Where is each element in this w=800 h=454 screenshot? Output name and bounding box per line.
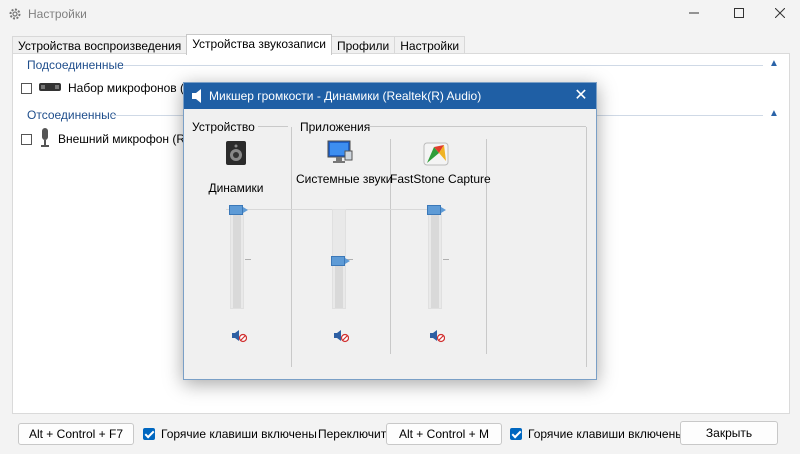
- minimize-button[interactable]: [676, 0, 712, 28]
- tab-recording-devices[interactable]: Устройства звукозаписи: [186, 34, 332, 55]
- maximize-button[interactable]: [721, 0, 757, 28]
- tab-strip: Устройства воспроизведения Устройства зв…: [12, 34, 466, 55]
- close-icon: [774, 7, 786, 21]
- device-label: Внешний микрофон (Rea: [58, 132, 199, 146]
- device-section-label: Устройство: [192, 120, 255, 134]
- checkbox-checked-icon: [143, 428, 155, 440]
- slider-thumb-system-sounds[interactable]: [331, 256, 350, 266]
- slider-thumb-faststone-capture[interactable]: [427, 205, 446, 215]
- mixer-title: Микшер громкости - Динамики (Realtek(R) …: [209, 89, 482, 103]
- section-divider: [586, 127, 587, 367]
- title-bar: Настройки: [0, 0, 800, 28]
- section-rule: [368, 126, 586, 127]
- slider-tick: [443, 259, 449, 260]
- channel-label-faststone-capture: FastStone Capture: [390, 172, 491, 186]
- mixer-close-icon[interactable]: ✕: [570, 85, 592, 107]
- microphone-array-icon: [38, 80, 64, 97]
- collapse-disconnected-icon[interactable]: ▲: [769, 108, 779, 119]
- group-divider: [123, 65, 763, 66]
- volume-slider-speakers[interactable]: [230, 209, 244, 309]
- hotkey-field-2[interactable]: Alt + Control + M: [386, 423, 502, 445]
- hotkeys-enabled-label: Горячие клавиши включены: [161, 427, 317, 441]
- applications-section-label: Приложения: [300, 120, 371, 134]
- section-divider: [291, 127, 292, 367]
- bottom-bar: Alt + Control + F7 Горячие клавиши включ…: [0, 415, 800, 454]
- disconnected-group-header: Отсоединенные: [27, 108, 117, 122]
- minimize-icon: [689, 7, 699, 21]
- section-rule: [258, 126, 288, 127]
- device-checkbox[interactable]: [21, 82, 32, 94]
- close-dialog-button[interactable]: Закрыть: [680, 421, 778, 445]
- speaker-icon: [224, 140, 248, 169]
- window-title: Настройки: [28, 7, 87, 21]
- gear-icon: [8, 7, 22, 21]
- system-sounds-icon: [326, 139, 354, 168]
- speaker-icon: [191, 89, 203, 103]
- switch-label: Переключить: [318, 427, 393, 441]
- master-level-line: [226, 209, 431, 210]
- device-row-microphone-array[interactable]: Набор микрофонов (Tech: [21, 77, 209, 99]
- checkbox-checked-icon: [510, 428, 522, 440]
- hotkey-field-1[interactable]: Alt + Control + F7: [18, 423, 134, 445]
- hotkeys-enabled-label: Горячие клавиши включены: [528, 427, 684, 441]
- microphone-icon: [38, 127, 52, 152]
- muted-speaker-icon[interactable]: [333, 329, 350, 343]
- slider-tick: [245, 259, 251, 260]
- volume-mixer-dialog: Микшер громкости - Динамики (Realtek(R) …: [183, 82, 597, 380]
- collapse-connected-icon[interactable]: ▲: [769, 58, 779, 69]
- maximize-icon: [734, 7, 744, 21]
- mixer-title-bar: Микшер громкости - Динамики (Realtek(R) …: [184, 83, 596, 109]
- muted-speaker-icon[interactable]: [231, 329, 248, 343]
- channel-label-system-sounds: Системные звуки: [296, 172, 393, 186]
- connected-group-header: Подсоединенные: [27, 58, 124, 72]
- device-row-external-microphone[interactable]: Внешний микрофон (Rea: [21, 127, 199, 152]
- faststone-icon: [422, 139, 450, 170]
- slider-thumb-speakers[interactable]: [229, 205, 248, 215]
- device-checkbox[interactable]: [21, 133, 32, 145]
- hotkeys-enabled-checkbox-2[interactable]: Горячие клавиши включены: [510, 427, 684, 441]
- channel-label-speakers: Динамики: [208, 181, 264, 195]
- close-button[interactable]: [762, 0, 798, 28]
- hotkeys-enabled-checkbox-1[interactable]: Горячие клавиши включены: [143, 427, 317, 441]
- muted-speaker-icon[interactable]: [429, 329, 446, 343]
- volume-slider-faststone-capture[interactable]: [428, 209, 442, 309]
